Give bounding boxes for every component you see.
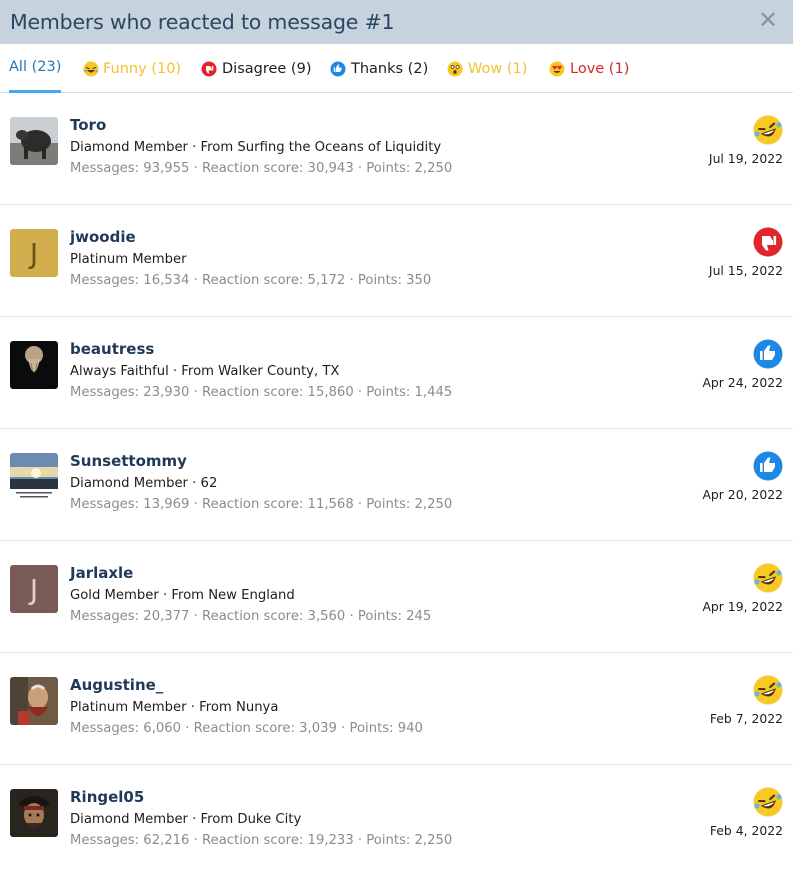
avatar[interactable]	[10, 677, 58, 725]
avatar[interactable]	[10, 341, 58, 389]
reaction-date: Feb 4, 2022	[709, 823, 783, 838]
user-stats: Messages: 23,930 · Reaction score: 15,86…	[70, 385, 453, 400]
funny-icon	[753, 115, 783, 145]
funny-icon	[753, 787, 783, 817]
tab-label: Love (1)	[570, 60, 630, 77]
list-item: J Jarlaxle Gold Member · From New Englan…	[0, 541, 793, 653]
tab-thanks[interactable]: Thanks (2)	[330, 44, 428, 93]
avatar[interactable]	[10, 117, 58, 165]
avatar[interactable]	[10, 789, 58, 837]
user-title: Gold Member · From New England	[70, 588, 295, 603]
user-stats: Messages: 6,060 · Reaction score: 3,039 …	[70, 721, 423, 736]
username[interactable]: Jarlaxle	[70, 564, 133, 582]
tab-funny[interactable]: Funny (10)	[83, 44, 181, 93]
username[interactable]: Ringel05	[70, 788, 144, 806]
user-title: Platinum Member	[70, 252, 187, 267]
user-stats: Messages: 93,955 · Reaction score: 30,94…	[70, 161, 453, 176]
disagree-icon	[753, 227, 783, 257]
tab-label: Funny (10)	[103, 60, 182, 77]
user-stats: Messages: 62,216 · Reaction score: 19,23…	[70, 833, 453, 848]
user-stats: Messages: 20,377 · Reaction score: 3,560…	[70, 609, 432, 624]
tab-label: Disagree (9)	[222, 60, 312, 77]
overlay-title: Members who reacted to message #1	[10, 10, 395, 34]
reaction-date: Apr 24, 2022	[702, 375, 783, 390]
user-stats: Messages: 16,534 · Reaction score: 5,172…	[70, 273, 432, 288]
user-stats: Messages: 13,969 · Reaction score: 11,56…	[70, 497, 453, 512]
list-item: Sunsettommy Diamond Member · 62 Messages…	[0, 429, 793, 541]
funny-icon	[753, 563, 783, 593]
user-title: Always Faithful · From Walker County, TX	[70, 364, 340, 379]
love-icon	[549, 61, 565, 76]
user-title: Diamond Member · From Surfing the Oceans…	[70, 140, 442, 155]
username[interactable]: jwoodie	[70, 228, 136, 246]
disagree-icon	[201, 61, 217, 76]
avatar[interactable]: J	[10, 565, 58, 613]
overlay-header: Members who reacted to message #1 ✕	[0, 0, 793, 44]
tab-label: Thanks (2)	[351, 60, 429, 77]
reaction-tabs: All (23) Funny (10) Disagree (9) Thanks …	[0, 44, 793, 93]
reaction-date: Feb 7, 2022	[709, 711, 783, 726]
username[interactable]: Sunsettommy	[70, 452, 187, 470]
user-title: Diamond Member · From Duke City	[70, 812, 302, 827]
thanks-icon	[330, 61, 346, 76]
reaction-date: Apr 19, 2022	[702, 599, 783, 614]
user-title: Platinum Member · From Nunya	[70, 700, 279, 715]
username[interactable]: beautress	[70, 340, 154, 358]
user-title: Diamond Member · 62	[70, 476, 218, 491]
tab-label: Wow (1)	[468, 60, 528, 77]
username[interactable]: Augustine_	[70, 676, 163, 694]
wow-icon	[447, 61, 463, 76]
reaction-date: Apr 20, 2022	[702, 487, 783, 502]
list-item: Augustine_ Platinum Member · From Nunya …	[0, 653, 793, 765]
reaction-date: Jul 19, 2022	[708, 151, 783, 166]
tab-all[interactable]: All (23)	[9, 44, 62, 93]
thanks-icon	[753, 339, 783, 369]
funny-icon	[753, 675, 783, 705]
funny-icon	[83, 61, 99, 76]
reaction-date: Jul 15, 2022	[708, 263, 783, 278]
tab-love[interactable]: Love (1)	[549, 44, 629, 93]
list-item: Toro Diamond Member · From Surfing the O…	[0, 93, 793, 205]
list-item: J jwoodie Platinum Member Messages: 16,5…	[0, 205, 793, 317]
tab-wow[interactable]: Wow (1)	[447, 44, 527, 93]
username[interactable]: Toro	[70, 116, 106, 134]
avatar[interactable]	[10, 453, 58, 501]
list-item: Ringel05 Diamond Member · From Duke City…	[0, 765, 793, 877]
tab-label: All (23)	[9, 59, 62, 75]
thanks-icon	[753, 451, 783, 481]
avatar[interactable]: J	[10, 229, 58, 277]
list-item: beautress Always Faithful · From Walker …	[0, 317, 793, 429]
close-icon[interactable]: ✕	[757, 8, 779, 32]
tab-disagree[interactable]: Disagree (9)	[201, 44, 311, 93]
